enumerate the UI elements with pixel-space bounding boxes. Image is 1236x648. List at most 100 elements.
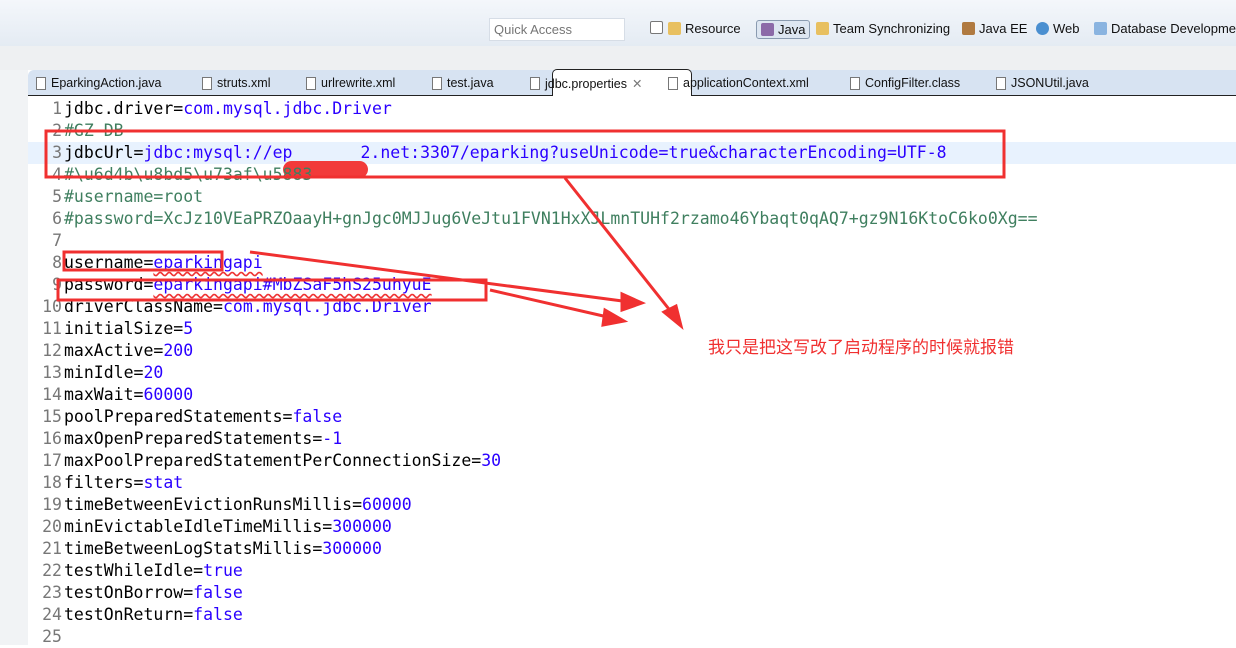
editor-line[interactable]: 20 minEvictableIdleTimeMillis=300000 [28, 516, 1236, 538]
properties-file-icon [530, 77, 540, 90]
editor-line[interactable]: 1 jdbc.driver=com.mysql.jdbc.Driver [28, 98, 1236, 120]
property-value: jdbc:mysql://ep [143, 143, 293, 162]
editor-line[interactable]: 24 testOnReturn=false [28, 604, 1236, 626]
line-number: 22 [42, 561, 62, 580]
property-key: maxWait= [64, 385, 144, 404]
java-ee-icon [962, 22, 975, 35]
editor-line[interactable]: 15 poolPreparedStatements=false [28, 406, 1236, 428]
xml-file-icon [668, 76, 678, 90]
editor-line[interactable]: 4 #\u6d4b\u8bd5\u73af\u5883 [28, 164, 1236, 186]
property-key: jdbcUrl= [64, 143, 144, 162]
editor-line[interactable]: 7 [28, 230, 1236, 252]
open-perspective-icon [650, 21, 663, 34]
line-number: 10 [42, 297, 62, 316]
editor-line[interactable]: 18 filters=stat [28, 472, 1236, 494]
property-key: maxOpenPreparedStatements= [64, 429, 323, 448]
property-value: false [193, 605, 243, 624]
java-perspective-icon [761, 23, 774, 36]
property-value: eparkingapi [153, 253, 263, 272]
editor-line[interactable]: 14 maxWait=60000 [28, 384, 1236, 406]
perspective-resource[interactable]: Resource [668, 21, 741, 36]
editor-line[interactable]: 13 minIdle=20 [28, 362, 1236, 384]
close-tab-icon[interactable]: ✕ [632, 76, 642, 91]
editor-line[interactable]: 12 maxActive=200 [28, 340, 1236, 362]
property-value: false [292, 407, 343, 426]
perspective-web[interactable]: Web [1036, 21, 1080, 36]
tab-jdbc-properties[interactable]: jdbc.properties ✕ [530, 76, 642, 91]
perspective-java-ee[interactable]: Java EE [962, 21, 1027, 36]
perspective-java[interactable]: Java [756, 20, 811, 39]
perspective-team-sync[interactable]: Team Synchronizing [816, 21, 950, 36]
tab-urlrewrite-xml[interactable]: urlrewrite.xml [306, 76, 395, 90]
line-number: 17 [42, 451, 62, 470]
properties-editor[interactable]: 1 jdbc.driver=com.mysql.jdbc.Driver 2 #GZ D… [28, 96, 1236, 646]
line-number: 8 [52, 253, 62, 272]
perspective-label: Java EE [979, 21, 1028, 36]
property-value: stat [143, 473, 184, 492]
line-number: 19 [42, 495, 62, 514]
property-key: poolPreparedStatements= [64, 407, 293, 426]
editor-line[interactable]: 22 testWhileIdle=true [28, 560, 1236, 582]
editor-line[interactable]: 2 #GZ DB [28, 120, 1236, 142]
line-number: 14 [42, 385, 62, 404]
tab-jsonutil-java[interactable]: JSONUtil.java [996, 76, 1089, 90]
line-number: 16 [42, 429, 62, 448]
property-key: testOnBorrow= [64, 583, 194, 602]
editor-line[interactable]: 10 driverClassName=com.mysql.jdbc.Driver [28, 296, 1236, 318]
left-trim [0, 70, 28, 645]
property-value: 2.net:3307/eparking?useUnicode=true&char… [360, 143, 947, 162]
editor-line[interactable]: 5 #username=root [28, 186, 1236, 208]
property-key: timeBetweenEvictionRunsMillis= [64, 495, 363, 514]
editor-line[interactable]: 11 initialSize=5 [28, 318, 1236, 340]
property-value: 300000 [332, 517, 392, 536]
property-key: testOnReturn= [64, 605, 194, 624]
java-file-icon [432, 76, 442, 90]
property-value: 60000 [362, 495, 412, 514]
property-key: username= [64, 253, 154, 272]
perspective-label: Team Synchronizing [833, 21, 951, 36]
tab-test-java[interactable]: test.java [432, 76, 494, 90]
line-number: 4 [52, 165, 62, 184]
editor-line[interactable]: 17 maxPoolPreparedStatementPerConnectionS… [28, 450, 1236, 472]
editor-line[interactable]: 3 jdbcUrl=jdbc:mysql://ep 2.net:3307/epark… [28, 142, 1236, 178]
tab-struts-xml[interactable]: struts.xml [202, 76, 270, 90]
tab-label: test.java [447, 76, 494, 90]
perspective-database[interactable]: Database Developme [1094, 21, 1236, 36]
property-value: -1 [322, 429, 343, 448]
property-key: driverClassName= [64, 297, 223, 316]
line-number: 9 [52, 275, 62, 294]
line-number: 5 [52, 187, 62, 206]
line-number: 23 [42, 583, 62, 602]
xml-file-icon [306, 76, 316, 90]
editor-tabs: EparkingAction.java struts.xml urlrewrit… [28, 69, 1236, 96]
property-key: jdbc.driver= [64, 99, 184, 118]
tab-applicationcontext-xml[interactable]: applicationContext.xml [668, 76, 809, 90]
line-number: 6 [52, 209, 62, 228]
annotation-note: 我只是把这写改了启动程序的时候就报错 [708, 338, 1014, 357]
line-number: 18 [42, 473, 62, 492]
editor-line[interactable]: 21 timeBetweenLogStatsMillis=300000 [28, 538, 1236, 560]
editor-line[interactable]: 9 password=eparkingapi#MbZSaF5hS25uhyuE [28, 274, 1236, 296]
line-number: 13 [42, 363, 62, 382]
sync-icon [816, 22, 829, 35]
property-key: maxPoolPreparedStatementPerConnectionSiz… [64, 451, 482, 470]
editor-line[interactable]: 8 username=eparkingapi [28, 252, 1236, 274]
line-number: 7 [52, 231, 62, 250]
property-key: initialSize= [64, 319, 184, 338]
line-number: 11 [42, 319, 62, 338]
tab-configfilter-class[interactable]: ConfigFilter.class [850, 76, 960, 90]
property-key: minIdle= [64, 363, 144, 382]
property-value: true [203, 561, 243, 580]
quick-access-input[interactable] [489, 18, 625, 41]
editor-line[interactable]: 16 maxOpenPreparedStatements=-1 [28, 428, 1236, 450]
editor-line[interactable]: 19 timeBetweenEvictionRunsMillis=60000 [28, 494, 1236, 516]
editor-line[interactable]: 6 #password=XcJz10VEaPRZOaayH+gnJgc0MJJug… [28, 208, 1236, 230]
editor-line[interactable]: 23 testOnBorrow=false [28, 582, 1236, 604]
property-value: 20 [143, 363, 164, 382]
line-number: 21 [42, 539, 62, 558]
property-key: filters= [64, 473, 144, 492]
line-number: 3 [52, 143, 62, 162]
perspective-label: Java [778, 22, 806, 37]
tab-eparkingaction-java[interactable]: EparkingAction.java [36, 76, 161, 90]
open-perspective-button[interactable] [650, 21, 663, 34]
